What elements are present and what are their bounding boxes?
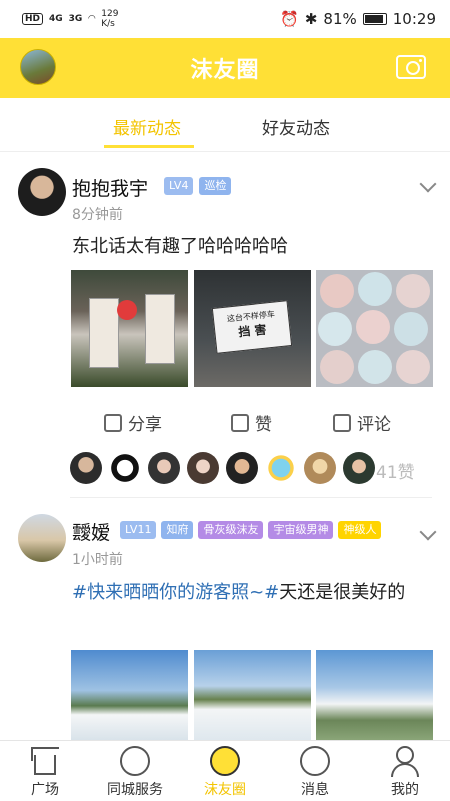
nav-item-moyou-circle[interactable]: 沫友圈: [180, 741, 270, 801]
wifi-icon: ◠: [88, 14, 96, 24]
flower-decoration: [117, 300, 137, 320]
user-icon: [396, 746, 414, 764]
poster-board: [89, 298, 119, 368]
liker-avatar[interactable]: [226, 452, 258, 484]
battery-percent: 81%: [323, 10, 357, 28]
post-actions: 分享 赞 评论: [0, 410, 450, 440]
post-card: 靉嫒 LV11 知府 骨灰级沫友 宇宙级男神 神级人 1小时前 #快来晒晒你的游…: [0, 494, 450, 740]
nav-label: 广场: [31, 782, 59, 798]
comment-icon: [333, 413, 351, 432]
author-badges: LV4 巡检: [164, 177, 232, 195]
bluetooth-icon: ✱: [304, 10, 318, 28]
nav-label: 消息: [301, 782, 329, 798]
nav-item-city-service[interactable]: 同城服务: [90, 741, 180, 801]
liker-avatar[interactable]: [148, 452, 180, 484]
author-name[interactable]: 靉嫒: [72, 518, 110, 545]
rank-badge: 骨灰级沫友: [198, 521, 264, 539]
post-image[interactable]: [316, 650, 433, 740]
rank-badge: 神级人: [338, 521, 382, 539]
message-icon: [300, 746, 330, 776]
bottom-nav: 广场 同城服务 沫友圈 消息 我的: [0, 740, 450, 800]
liker-avatar[interactable]: [187, 452, 219, 484]
liker-avatar[interactable]: [265, 452, 297, 484]
battery-icon: [362, 13, 387, 25]
post-text: 东北话太有趣了哈哈哈哈哈: [72, 236, 288, 257]
liker-avatar[interactable]: [70, 452, 102, 484]
post-image[interactable]: [194, 650, 311, 740]
thumbs-up-icon: [231, 413, 249, 432]
tab-underline: [104, 145, 194, 148]
post-card: 抱抱我宇 LV4 巡检 8分钟前 东北话太有趣了哈哈哈哈哈 这台不样停车 挡 害…: [0, 152, 450, 498]
post-time: 1小时前: [72, 552, 123, 568]
post-image[interactable]: 这台不样停车 挡 害: [194, 270, 311, 387]
status-left: HD 4G 3G ◠ 129 K/s: [22, 9, 118, 29]
grid-icon: [120, 746, 150, 776]
signal-3g: 3G: [68, 14, 83, 24]
post-time: 8分钟前: [72, 207, 123, 223]
rank-badge: 宇宙级男神: [268, 521, 334, 539]
liker-avatar[interactable]: [343, 452, 375, 484]
share-icon: [104, 413, 122, 432]
eye-icon: [210, 746, 240, 776]
post-image[interactable]: [71, 270, 188, 387]
like-button[interactable]: 赞: [231, 410, 272, 435]
hd-indicator: HD: [22, 13, 44, 25]
chevron-down-icon[interactable]: [419, 523, 437, 541]
nav-item-me[interactable]: 我的: [360, 741, 450, 801]
feed-tabs: 最新动态 好友动态: [0, 98, 450, 152]
nav-item-square[interactable]: 广场: [0, 741, 90, 801]
status-bar: HD 4G 3G ◠ 129 K/s ⏰ ✱ 81% 10:29: [0, 0, 450, 38]
signal-4g: 4G: [49, 14, 63, 24]
status-right: ⏰ ✱ 81% 10:29: [280, 10, 436, 28]
tab-latest[interactable]: 最新动态: [113, 114, 181, 139]
liker-avatar[interactable]: [109, 452, 141, 484]
tab-friends[interactable]: 好友动态: [262, 114, 330, 139]
nav-label: 我的: [391, 782, 419, 798]
level-badge: LV4: [164, 177, 194, 195]
post-text: #快来晒晒你的游客照~#天还是很美好的: [72, 582, 406, 603]
camera-icon[interactable]: [396, 55, 426, 79]
liker-avatars: [70, 452, 375, 484]
nav-item-messages[interactable]: 消息: [270, 741, 360, 801]
network-speed: 129 K/s: [101, 9, 119, 29]
clock: 10:29: [392, 10, 436, 28]
chevron-down-icon[interactable]: [419, 175, 437, 193]
app-header: 沫友圈: [0, 38, 450, 98]
sign-board: 这台不样停车 挡 害: [211, 300, 293, 354]
liker-avatar[interactable]: [304, 452, 336, 484]
nav-label: 沫友圈: [204, 782, 246, 798]
author-badges: LV11 知府 骨灰级沫友 宇宙级男神 神级人: [120, 521, 382, 539]
user-avatar[interactable]: [20, 49, 56, 85]
author-avatar[interactable]: [18, 514, 66, 562]
title-badge: 知府: [161, 521, 194, 539]
author-avatar[interactable]: [18, 168, 66, 216]
level-badge: LV11: [120, 521, 157, 539]
poster-board: [145, 294, 175, 364]
post-image[interactable]: [71, 650, 188, 740]
comment-button[interactable]: 评论: [333, 410, 391, 435]
title-badge: 巡检: [199, 177, 232, 195]
share-button[interactable]: 分享: [104, 410, 162, 435]
post-image[interactable]: [316, 270, 433, 387]
nav-label: 同城服务: [107, 782, 163, 798]
hashtag-link[interactable]: #快来晒晒你的游客照~#: [72, 582, 279, 603]
like-count[interactable]: 41赞: [376, 458, 415, 483]
alarm-icon: ⏰: [280, 10, 299, 28]
author-name[interactable]: 抱抱我宇: [72, 174, 148, 201]
page-title: 沫友圈: [190, 58, 260, 83]
